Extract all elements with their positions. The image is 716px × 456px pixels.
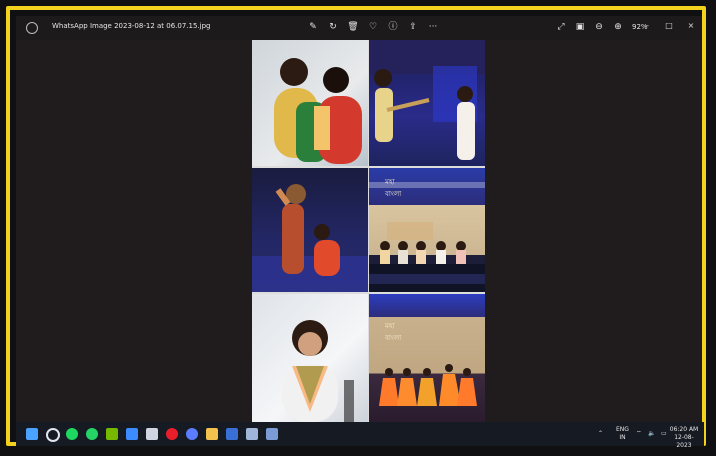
tray-chevron-icon[interactable]: ⌃ <box>598 430 603 438</box>
time-text: 06:20 AM <box>669 426 699 433</box>
todo-icon[interactable] <box>126 428 138 440</box>
clock[interactable]: 06:20 AM 12-08-2023 <box>668 426 700 450</box>
app-icon[interactable] <box>266 428 278 440</box>
whatsapp-icon[interactable] <box>86 428 98 440</box>
region-code: IN <box>619 434 626 441</box>
language-indicator[interactable]: ENG IN <box>616 426 629 442</box>
windows-start-icon[interactable] <box>26 428 38 440</box>
nvidia-icon[interactable] <box>106 428 118 440</box>
wifi-icon[interactable]: ⌔ <box>636 430 642 438</box>
notes-icon[interactable] <box>146 428 158 440</box>
volume-icon[interactable]: 🔈 <box>648 430 655 438</box>
date-text: 12-08-2023 <box>674 434 694 449</box>
opera-icon[interactable] <box>166 428 178 440</box>
spotify-icon[interactable] <box>66 428 78 440</box>
battery-icon[interactable]: ▭ <box>661 430 667 438</box>
chrome-icon[interactable] <box>186 428 198 440</box>
language-code: ENG <box>616 426 629 433</box>
taskbar: ⌃ ENG IN ⌔ 🔈 ▭ 06:20 AM 12-08-2023 <box>16 422 704 449</box>
word-icon[interactable] <box>226 428 238 440</box>
search-icon[interactable] <box>46 428 60 442</box>
screen-frame: WhatsApp Image 2023-08-12 at 06.07.15.jp… <box>0 0 716 456</box>
photos-icon[interactable] <box>246 428 258 440</box>
file-explorer-icon[interactable] <box>206 428 218 440</box>
highlight-border <box>6 6 706 446</box>
